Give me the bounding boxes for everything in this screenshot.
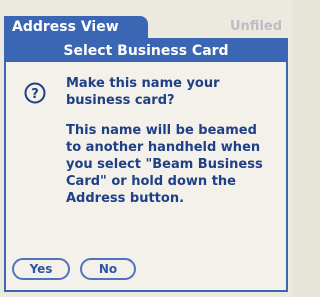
yes-button[interactable]: Yes xyxy=(12,258,70,280)
screen: Address View Unfiled Select Business Car… xyxy=(0,0,292,297)
app-title[interactable]: Address View xyxy=(4,16,148,38)
select-business-card-dialog: Select Business Card ? Make this name yo… xyxy=(4,38,288,292)
no-button[interactable]: No xyxy=(80,258,136,280)
dialog-detail: This name will be beamed to another hand… xyxy=(66,123,263,206)
svg-text:?: ? xyxy=(31,87,39,102)
question-icon: ? xyxy=(24,82,46,104)
category-label[interactable]: Unfiled xyxy=(230,16,282,38)
dialog-question: Make this name your business card? xyxy=(66,76,220,108)
dialog-message: Make this name your business card? This … xyxy=(66,75,276,207)
dialog-title: Select Business Card xyxy=(6,40,286,62)
